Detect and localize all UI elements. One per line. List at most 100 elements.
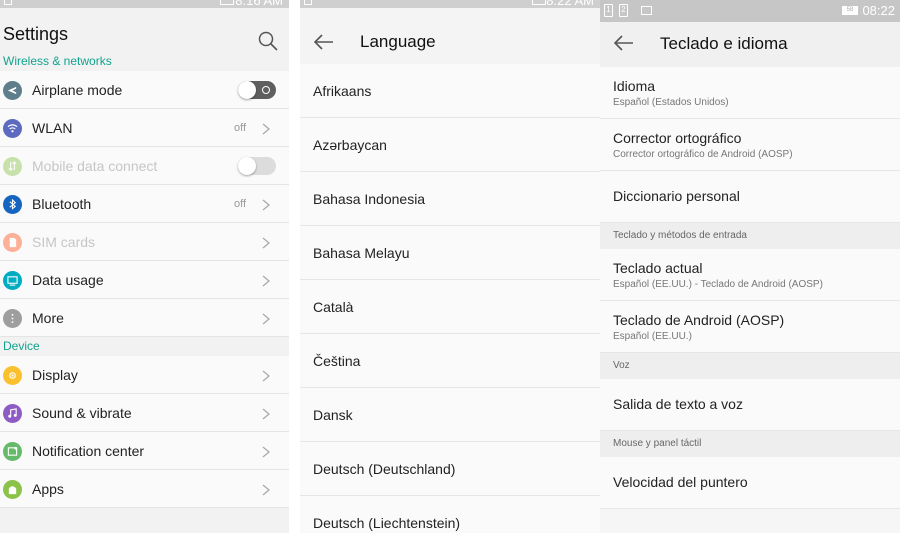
preference-item[interactable]: Teclado de Android (AOSP) Español (EE.UU.… bbox=[600, 301, 900, 353]
chevron-right-icon bbox=[262, 312, 271, 325]
settings-item-label: Display bbox=[32, 367, 78, 383]
preference-title: Diccionario personal bbox=[613, 188, 740, 204]
status-time: 8:22 AM bbox=[546, 0, 594, 8]
notification-icon bbox=[3, 442, 22, 461]
settings-screen: 8:16 AM Settings Wireless & networks Airp… bbox=[0, 0, 289, 533]
airplane-icon bbox=[3, 81, 22, 100]
sim-2-icon: 2 bbox=[619, 4, 628, 17]
preference-item[interactable]: Velocidad del puntero bbox=[600, 457, 900, 509]
back-arrow-icon[interactable] bbox=[614, 35, 634, 51]
page-title: Settings bbox=[3, 24, 69, 44]
language-item[interactable]: Azərbaycan bbox=[300, 118, 600, 172]
keyboard-language-screen: 1 2 58 08:22 Teclado e idioma Idioma Espa… bbox=[600, 0, 900, 533]
settings-item-label: Notification center bbox=[32, 443, 145, 459]
chevron-right-icon bbox=[262, 445, 271, 458]
language-screen: 8:22 AM Language Afrikaans Azərbaycan Baha… bbox=[300, 0, 600, 533]
mobile-data-toggle bbox=[238, 157, 276, 175]
preference-title: Teclado actual bbox=[613, 260, 703, 276]
sim-1-icon: 1 bbox=[604, 4, 613, 17]
chevron-right-icon bbox=[262, 198, 271, 211]
display-icon bbox=[3, 366, 22, 385]
language-item[interactable]: Deutsch (Liechtenstein) bbox=[300, 496, 600, 533]
language-item[interactable]: Bahasa Melayu bbox=[300, 226, 600, 280]
battery-icon: 58 bbox=[842, 6, 858, 15]
page-title: Teclado e idioma bbox=[660, 34, 788, 53]
language-item[interactable]: Čeština bbox=[300, 334, 600, 388]
status-bar: 8:22 AM bbox=[300, 0, 600, 8]
category-header: Voz bbox=[600, 353, 900, 379]
settings-item-more[interactable]: More bbox=[0, 299, 289, 337]
more-icon bbox=[3, 309, 22, 328]
settings-item-airplane-mode[interactable]: Airplane mode bbox=[0, 71, 289, 109]
settings-item-label: Sound & vibrate bbox=[32, 405, 132, 421]
language-item[interactable]: Deutsch (Deutschland) bbox=[300, 442, 600, 496]
preference-item[interactable]: Diccionario personal bbox=[600, 171, 900, 223]
preference-item[interactable]: Idioma Español (Estados Unidos) bbox=[600, 67, 900, 119]
language-item[interactable]: Bahasa Indonesia bbox=[300, 172, 600, 226]
preference-title: Salida de texto a voz bbox=[613, 396, 743, 412]
status-value: off bbox=[233, 122, 246, 134]
settings-item-label: Bluetooth bbox=[32, 196, 92, 212]
settings-header: Settings bbox=[0, 8, 289, 52]
category-header: Teclado y métodos de entrada bbox=[600, 223, 900, 249]
chevron-right-icon bbox=[262, 407, 271, 420]
chevron-right-icon bbox=[262, 483, 271, 496]
notification-icon bbox=[4, 0, 12, 5]
back-arrow-icon[interactable] bbox=[314, 34, 334, 50]
data-usage-icon bbox=[3, 271, 22, 290]
preference-item[interactable]: Teclado actual Español (EE.UU.) - Teclado… bbox=[600, 249, 900, 301]
preference-item[interactable]: Corrector ortográfico Corrector ortográfi… bbox=[600, 119, 900, 171]
settings-item-label: WLAN bbox=[32, 120, 73, 136]
notification-icon bbox=[304, 0, 312, 5]
preference-item[interactable]: Salida de texto a voz bbox=[600, 379, 900, 431]
settings-list: Wireless & networks Airplane mode WLAN off M… bbox=[0, 52, 289, 508]
battery-icon bbox=[532, 0, 546, 5]
image-notification-icon bbox=[641, 6, 652, 15]
status-time: 08:22 bbox=[862, 3, 895, 18]
preference-title: Corrector ortográfico bbox=[613, 130, 742, 146]
chevron-right-icon bbox=[262, 122, 271, 135]
language-header: Language bbox=[300, 8, 600, 52]
settings-item-mobile-data-connect: Mobile data connect bbox=[0, 147, 289, 185]
settings-item-wlan[interactable]: WLAN off bbox=[0, 109, 289, 147]
keyboard-language-header: Teclado e idioma bbox=[600, 22, 900, 67]
status-value: off bbox=[233, 198, 246, 210]
mobile-data-icon bbox=[3, 157, 22, 176]
chevron-right-icon bbox=[262, 236, 271, 249]
sound-icon bbox=[3, 404, 22, 423]
status-time: 8:16 AM bbox=[235, 0, 283, 8]
settings-item-notification-center[interactable]: Notification center bbox=[0, 432, 289, 470]
chevron-right-icon bbox=[262, 274, 271, 287]
settings-item-data-usage[interactable]: Data usage bbox=[0, 261, 289, 299]
settings-item-label: Apps bbox=[32, 481, 64, 497]
page-title: Language bbox=[360, 32, 436, 51]
preference-summary: Español (EE.UU.) - Teclado de Android (A… bbox=[613, 279, 823, 290]
settings-item-label: Mobile data connect bbox=[32, 158, 158, 174]
language-item[interactable]: Dansk bbox=[300, 388, 600, 442]
wifi-icon bbox=[3, 119, 22, 138]
apps-icon bbox=[3, 480, 22, 499]
status-bar: 8:16 AM bbox=[0, 0, 289, 8]
language-item[interactable]: Afrikaans bbox=[300, 64, 600, 118]
toggle-knob bbox=[238, 81, 256, 99]
settings-item-sound-vibrate[interactable]: Sound & vibrate bbox=[0, 394, 289, 432]
preference-summary: Corrector ortográfico de Android (AOSP) bbox=[613, 149, 793, 160]
language-item[interactable]: Català bbox=[300, 280, 600, 334]
search-icon[interactable] bbox=[258, 31, 278, 51]
settings-item-label: Data usage bbox=[32, 272, 104, 288]
preference-summary: Español (Estados Unidos) bbox=[613, 97, 729, 108]
category-header: Mouse y panel táctil bbox=[600, 431, 900, 457]
settings-item-label: Airplane mode bbox=[32, 82, 123, 98]
airplane-mode-toggle[interactable] bbox=[238, 81, 276, 99]
settings-item-sim-cards: SIM cards bbox=[0, 223, 289, 261]
settings-item-display[interactable]: Display bbox=[0, 356, 289, 394]
keyboard-language-list: Idioma Español (Estados Unidos) Corrector … bbox=[600, 67, 900, 509]
settings-item-bluetooth[interactable]: Bluetooth off bbox=[0, 185, 289, 223]
bluetooth-icon bbox=[3, 195, 22, 214]
battery-icon bbox=[220, 0, 234, 5]
settings-item-apps[interactable]: Apps bbox=[0, 470, 289, 508]
settings-item-label: SIM cards bbox=[32, 234, 96, 250]
preference-title: Velocidad del puntero bbox=[613, 474, 748, 490]
toggle-on-indicator bbox=[262, 86, 270, 94]
chevron-right-icon bbox=[262, 369, 271, 382]
